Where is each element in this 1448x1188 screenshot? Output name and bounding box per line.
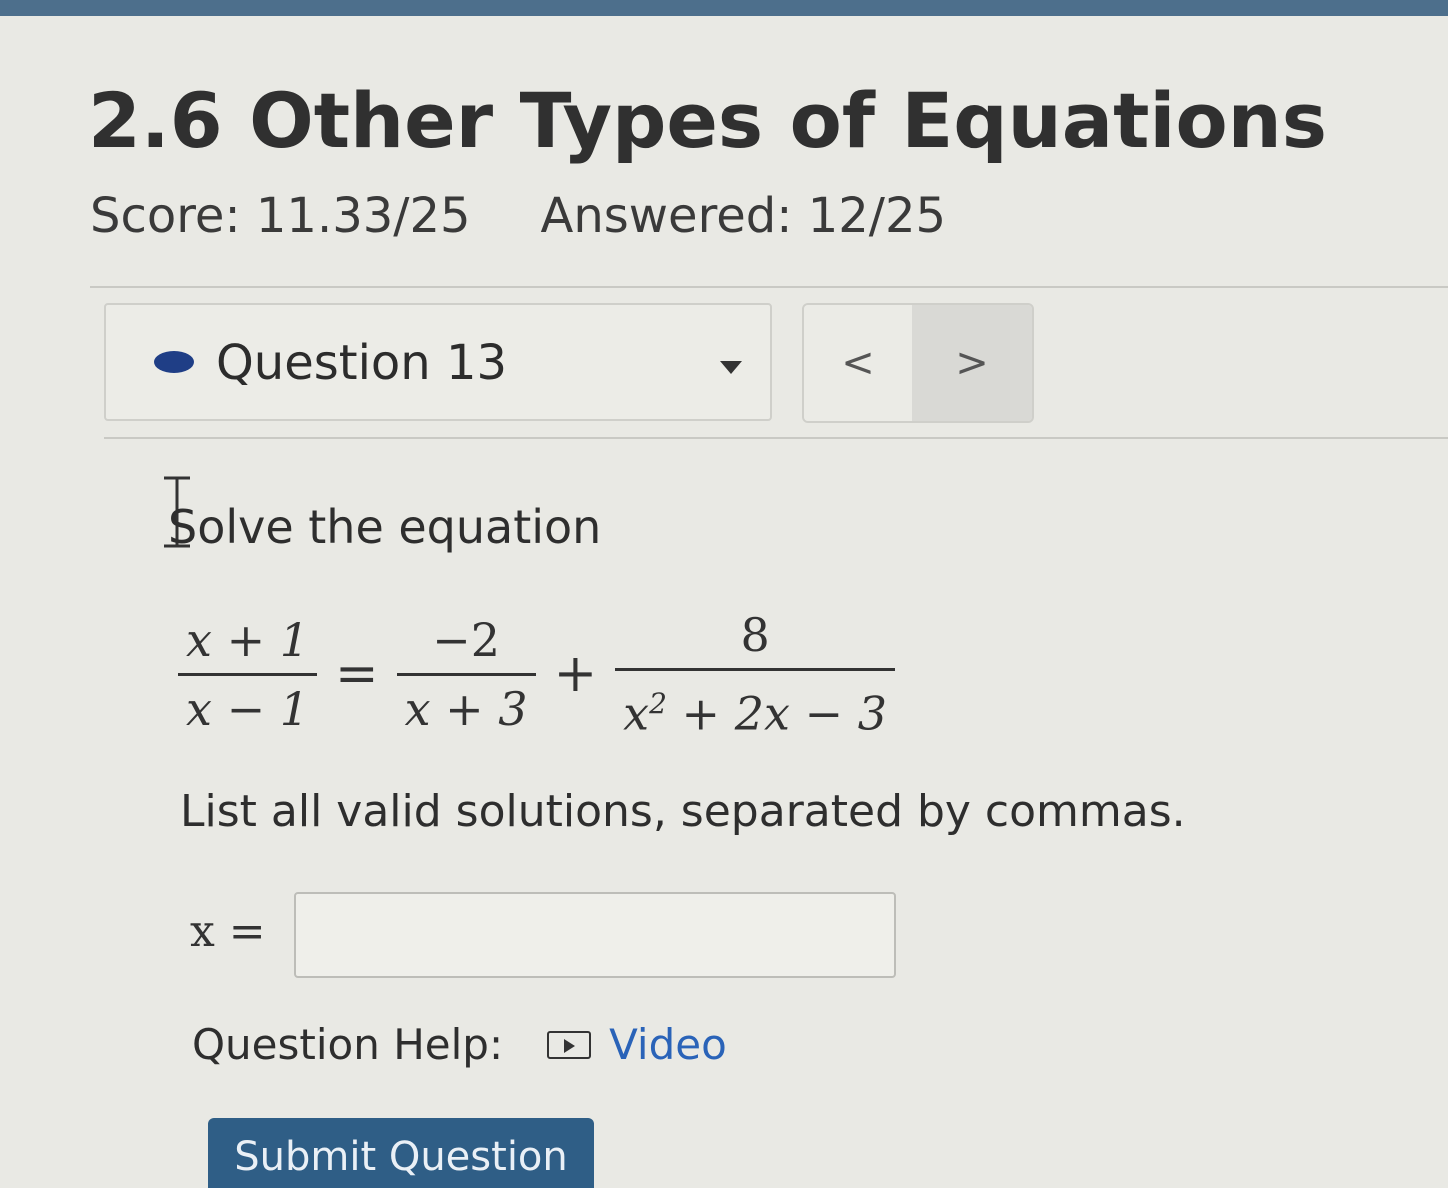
fraction-term1: −2 x + 3: [396, 611, 536, 738]
score-line: Score: 11.33/25 Answered: 12/25: [90, 188, 946, 244]
equation: x + 1 x − 1 = −2 x + 3 + 8 x2 + 2x − 3: [178, 604, 895, 744]
next-question-button[interactable]: >: [912, 305, 1032, 421]
denominator-exponent: 2: [649, 686, 667, 720]
video-play-icon: [547, 1030, 592, 1059]
video-link-label: Video: [609, 1020, 727, 1069]
fraction-term2: 8 x2 + 2x − 3: [615, 606, 895, 742]
fraction-term1-numerator: −2: [432, 612, 500, 667]
fraction-term2-numerator: 8: [740, 607, 770, 662]
question-nav-group: < >: [802, 303, 1034, 423]
fraction-bar: [178, 672, 317, 676]
video-help-link[interactable]: Video: [547, 1020, 727, 1069]
fraction-lhs-denominator: x − 1: [186, 681, 309, 736]
answer-label: x =: [190, 906, 266, 957]
fraction-term2-denominator: x2 + 2x − 3: [615, 675, 895, 742]
answer-instructions: List all valid solutions, separated by c…: [180, 786, 1186, 837]
plus-sign: +: [553, 644, 598, 704]
divider-bottom: [104, 437, 1448, 439]
question-dropdown-label: Question 13: [216, 335, 508, 391]
fraction-term1-denominator: x + 3: [404, 681, 528, 736]
question-dropdown[interactable]: Question 13: [104, 303, 772, 421]
denominator-base: x: [623, 686, 650, 741]
divider-top: [90, 286, 1448, 288]
fraction-bar: [615, 667, 895, 671]
equals-sign: =: [335, 644, 379, 704]
answered-text: Answered: 12/25: [540, 188, 947, 244]
page-title: 2.6 Other Types of Equations: [88, 76, 1328, 165]
question-status-dot-icon: [154, 351, 194, 373]
previous-question-button[interactable]: <: [804, 305, 913, 421]
top-bar: [0, 0, 1448, 16]
fraction-bar: [396, 672, 536, 676]
submit-question-button[interactable]: Submit Question: [208, 1118, 594, 1188]
question-help: Question Help: Video: [192, 1020, 727, 1069]
denominator-rest: + 2x − 3: [666, 686, 887, 741]
score-text: Score: 11.33/25: [90, 188, 471, 244]
fraction-lhs: x + 1 x − 1: [178, 611, 317, 738]
question-help-label: Question Help:: [192, 1020, 504, 1069]
answer-input[interactable]: [294, 892, 896, 978]
chevron-down-icon: [720, 361, 742, 374]
question-prompt: Solve the equation: [168, 500, 602, 554]
fraction-lhs-numerator: x + 1: [186, 612, 309, 667]
